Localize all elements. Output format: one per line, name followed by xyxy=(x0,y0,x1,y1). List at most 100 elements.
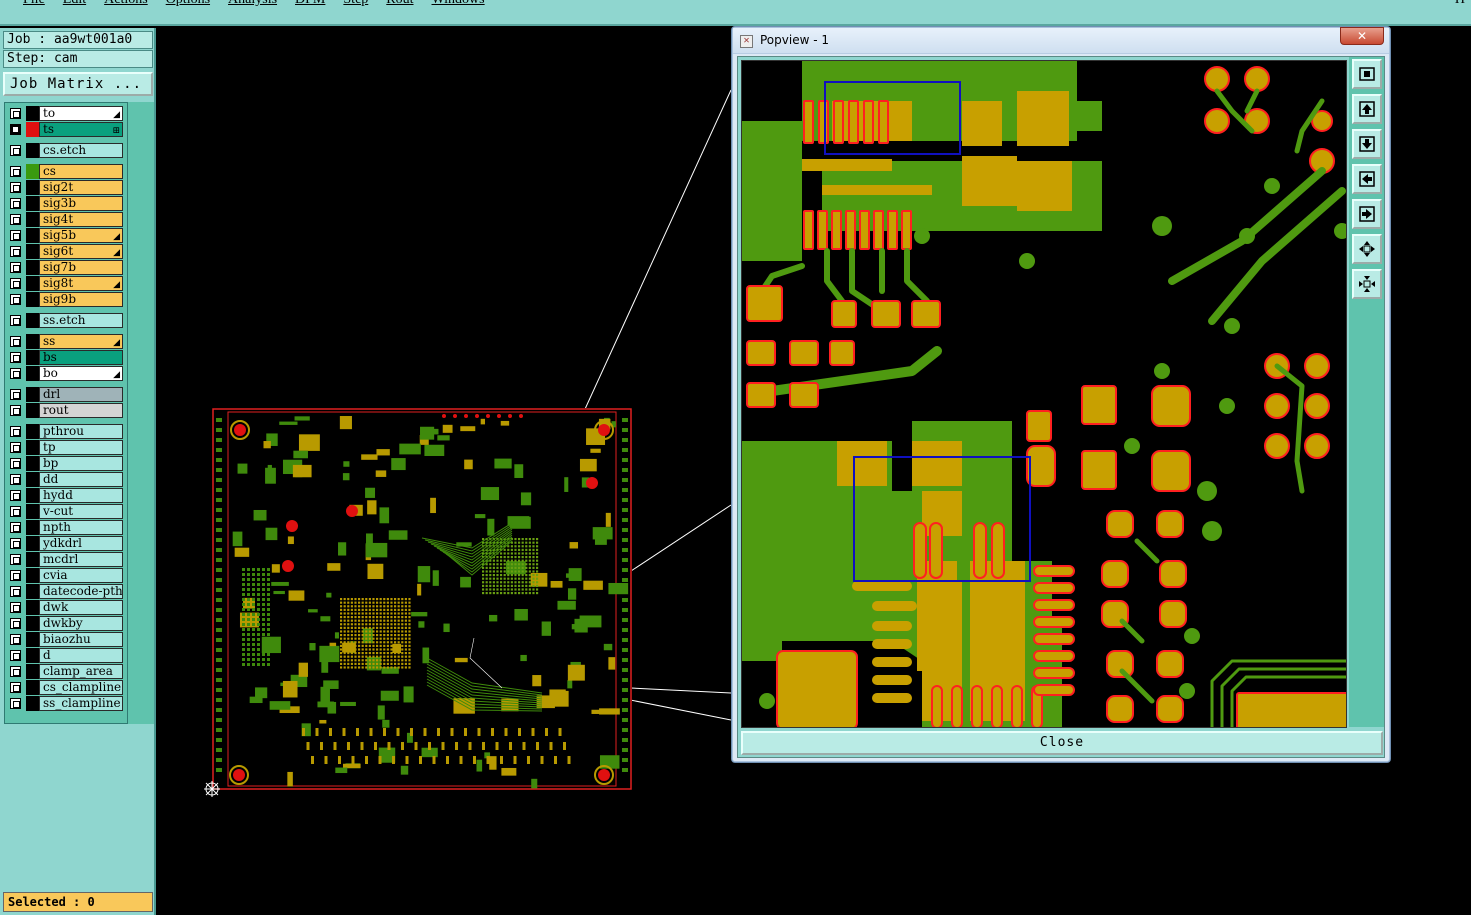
layer-color-swatch[interactable] xyxy=(26,696,39,711)
menu-actions[interactable]: Actions xyxy=(95,0,157,8)
layer-color-swatch[interactable] xyxy=(26,536,39,551)
layer-row-sig6t[interactable]: sig6t ◢ xyxy=(5,244,125,259)
layer-checkbox[interactable] xyxy=(10,145,21,156)
layer-name[interactable]: ydkdrl xyxy=(39,536,123,551)
layer-color-swatch[interactable] xyxy=(26,143,39,158)
layer-row-ts[interactable]: ts ⊞ xyxy=(5,122,125,137)
layer-checkbox[interactable] xyxy=(10,246,21,257)
layer-name[interactable]: rout xyxy=(39,403,123,418)
layer-row-sig8t[interactable]: sig8t ◢ xyxy=(5,276,125,291)
layer-color-swatch[interactable] xyxy=(26,334,39,349)
layer-color-swatch[interactable] xyxy=(26,680,39,695)
layer-name[interactable]: biaozhu xyxy=(39,632,123,647)
layer-color-swatch[interactable] xyxy=(26,122,39,137)
popview-canvas[interactable] xyxy=(741,60,1347,728)
layer-color-swatch[interactable] xyxy=(26,313,39,328)
zoom-in-button[interactable] xyxy=(1352,234,1382,264)
layer-checkbox[interactable] xyxy=(10,389,21,400)
pcb-board-view[interactable] xyxy=(212,408,632,790)
layer-row-biaozhu[interactable]: biaozhu xyxy=(5,632,125,647)
layer-row-clamp_area[interactable]: clamp_area xyxy=(5,664,125,679)
layer-checkbox[interactable] xyxy=(10,214,21,225)
layer-checkbox[interactable] xyxy=(10,650,21,661)
layer-name[interactable]: sig5b ◢ xyxy=(39,228,123,243)
layer-row-ydkdrl[interactable]: ydkdrl xyxy=(5,536,125,551)
menu-edit[interactable]: Edit xyxy=(54,0,95,8)
layer-name[interactable]: d xyxy=(39,648,123,663)
layer-color-swatch[interactable] xyxy=(26,387,39,402)
layer-color-swatch[interactable] xyxy=(26,106,39,121)
layer-checkbox[interactable] xyxy=(10,230,21,241)
layer-row-sig2t[interactable]: sig2t xyxy=(5,180,125,195)
zoom-fit-button[interactable] xyxy=(1352,59,1382,89)
layer-color-swatch[interactable] xyxy=(26,632,39,647)
layer-checkbox[interactable] xyxy=(10,426,21,437)
layer-row-hydd[interactable]: hydd xyxy=(5,488,125,503)
layer-checkbox[interactable] xyxy=(10,368,21,379)
layer-color-swatch[interactable] xyxy=(26,648,39,663)
layer-checkbox[interactable] xyxy=(10,682,21,693)
layer-row-ss.etch[interactable]: ss.etch xyxy=(5,313,125,328)
zoom-out-button[interactable] xyxy=(1352,269,1382,299)
layer-color-swatch[interactable] xyxy=(26,292,39,307)
layer-name[interactable]: dwkby xyxy=(39,616,123,631)
layer-name[interactable]: mcdrl xyxy=(39,552,123,567)
layer-name[interactable]: cs_clampline xyxy=(39,680,123,695)
layer-color-swatch[interactable] xyxy=(26,424,39,439)
layer-row-rout[interactable]: rout xyxy=(5,403,125,418)
layer-checkbox[interactable] xyxy=(10,698,21,709)
layer-row-sig7b[interactable]: sig7b xyxy=(5,260,125,275)
layer-checkbox[interactable] xyxy=(10,198,21,209)
layer-checkbox[interactable] xyxy=(10,294,21,305)
menubar-right-item[interactable]: H xyxy=(1455,0,1465,8)
job-matrix-button[interactable]: Job Matrix ... xyxy=(3,72,153,96)
layer-checkbox[interactable] xyxy=(10,108,21,119)
layer-name[interactable]: npth xyxy=(39,520,123,535)
layer-row-to[interactable]: to ◢ xyxy=(5,106,125,121)
layer-color-swatch[interactable] xyxy=(26,212,39,227)
menu-analysis[interactable]: Analysis xyxy=(219,0,286,8)
window-close-icon[interactable]: ✕ xyxy=(1340,27,1384,45)
layer-checkbox[interactable] xyxy=(10,166,21,177)
layer-name[interactable]: sig2t xyxy=(39,180,123,195)
menu-step[interactable]: Step xyxy=(334,0,377,8)
layer-color-swatch[interactable] xyxy=(26,456,39,471)
layer-name[interactable]: v-cut xyxy=(39,504,123,519)
pan-up-button[interactable] xyxy=(1352,94,1382,124)
layer-row-pthrou[interactable]: pthrou xyxy=(5,424,125,439)
layer-row-bo[interactable]: bo ◢ xyxy=(5,366,125,381)
pan-right-button[interactable] xyxy=(1352,199,1382,229)
menu-windows[interactable]: Windows xyxy=(423,0,494,8)
pan-down-button[interactable] xyxy=(1352,129,1382,159)
layer-row-cs[interactable]: cs xyxy=(5,164,125,179)
layer-name[interactable]: to ◢ xyxy=(39,106,123,121)
layer-color-swatch[interactable] xyxy=(26,350,39,365)
layer-row-datecode-pth[interactable]: datecode-pth xyxy=(5,584,125,599)
layer-checkbox[interactable] xyxy=(10,474,21,485)
layer-name[interactable]: bo ◢ xyxy=(39,366,123,381)
layer-checkbox[interactable] xyxy=(10,570,21,581)
layer-checkbox[interactable] xyxy=(10,506,21,517)
menu-file[interactable]: File xyxy=(14,0,54,8)
layer-color-swatch[interactable] xyxy=(26,664,39,679)
layer-checkbox[interactable] xyxy=(10,458,21,469)
layer-color-swatch[interactable] xyxy=(26,260,39,275)
layer-checkbox[interactable] xyxy=(10,634,21,645)
layer-checkbox[interactable] xyxy=(10,352,21,363)
layer-row-sig3b[interactable]: sig3b xyxy=(5,196,125,211)
layer-row-d[interactable]: d xyxy=(5,648,125,663)
layer-color-swatch[interactable] xyxy=(26,403,39,418)
layer-name[interactable]: sig6t ◢ xyxy=(39,244,123,259)
layer-row-drl[interactable]: drl xyxy=(5,387,125,402)
pan-left-button[interactable] xyxy=(1352,164,1382,194)
layer-name[interactable]: sig8t ◢ xyxy=(39,276,123,291)
layer-name[interactable]: sig9b xyxy=(39,292,123,307)
layer-checkbox[interactable] xyxy=(10,522,21,533)
layer-name[interactable]: dd xyxy=(39,472,123,487)
layer-row-v-cut[interactable]: v-cut xyxy=(5,504,125,519)
layer-color-swatch[interactable] xyxy=(26,440,39,455)
layer-name[interactable]: sig4t xyxy=(39,212,123,227)
layer-row-ss[interactable]: ss ◢ xyxy=(5,334,125,349)
layer-checkbox[interactable] xyxy=(10,554,21,565)
menu-options[interactable]: Options xyxy=(157,0,219,8)
